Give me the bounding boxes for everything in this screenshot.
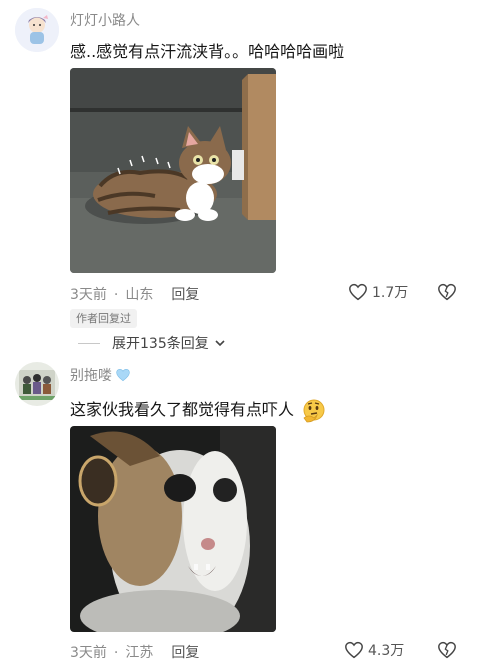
reply-button[interactable]: 回复 — [171, 645, 199, 661]
comment-time: 3天前 — [70, 287, 107, 303]
reply-button[interactable]: 回复 — [171, 287, 199, 303]
thinking-face-emoji-icon — [303, 399, 325, 422]
divider-line — [78, 342, 100, 344]
group-photo-avatar-icon — [15, 362, 59, 406]
like-count: 1.7万 — [372, 285, 409, 301]
avatar[interactable] — [15, 8, 59, 52]
comment-meta: 3天前 · 山东 回复 — [70, 284, 199, 304]
light-blue-heart-icon — [116, 368, 130, 382]
separator-dot: · — [113, 287, 119, 303]
broken-heart-icon — [438, 641, 456, 659]
comment-image[interactable] — [70, 426, 276, 632]
comment-text: 这家伙我看久了都觉得有点吓人 — [70, 400, 295, 419]
dislike-button[interactable] — [437, 283, 457, 305]
girl-cartoon-avatar-icon — [15, 8, 59, 52]
username[interactable]: 灯灯小路人 — [70, 10, 140, 30]
username[interactable]: 别拖喽 — [70, 365, 112, 385]
comment-meta: 3天前 · 江苏 回复 — [70, 642, 199, 662]
separator-dot: · — [113, 645, 119, 661]
like-button[interactable]: 1.7万 — [348, 282, 408, 302]
expand-replies-button[interactable]: 展开135条回复 — [78, 333, 227, 353]
comment-location: 江苏 — [125, 645, 154, 661]
cartoon-cat-image — [70, 68, 276, 273]
blurry-cat-photo-image — [70, 426, 276, 632]
heart-outline-icon — [345, 641, 363, 659]
comment-image[interactable] — [70, 68, 276, 273]
dislike-button[interactable] — [437, 641, 457, 663]
comment-location: 山东 — [125, 287, 154, 303]
username-row: 别拖喽 — [70, 365, 131, 385]
chevron-down-icon — [215, 340, 225, 347]
avatar[interactable] — [15, 362, 59, 406]
like-button[interactable]: 4.3万 — [344, 640, 404, 660]
comment-text-row: 这家伙我看久了都觉得有点吓人 — [70, 396, 327, 424]
broken-heart-icon — [438, 283, 456, 301]
heart-outline-icon — [349, 283, 367, 301]
expand-replies-label: 展开135条回复 — [112, 336, 209, 352]
like-count: 4.3万 — [368, 643, 405, 659]
comment-time: 3天前 — [70, 645, 107, 661]
author-replied-tag: 作者回复过 — [70, 309, 137, 328]
comment-text: 感..感觉有点汗流浃背。。哈哈哈哈画啦 — [70, 42, 345, 61]
